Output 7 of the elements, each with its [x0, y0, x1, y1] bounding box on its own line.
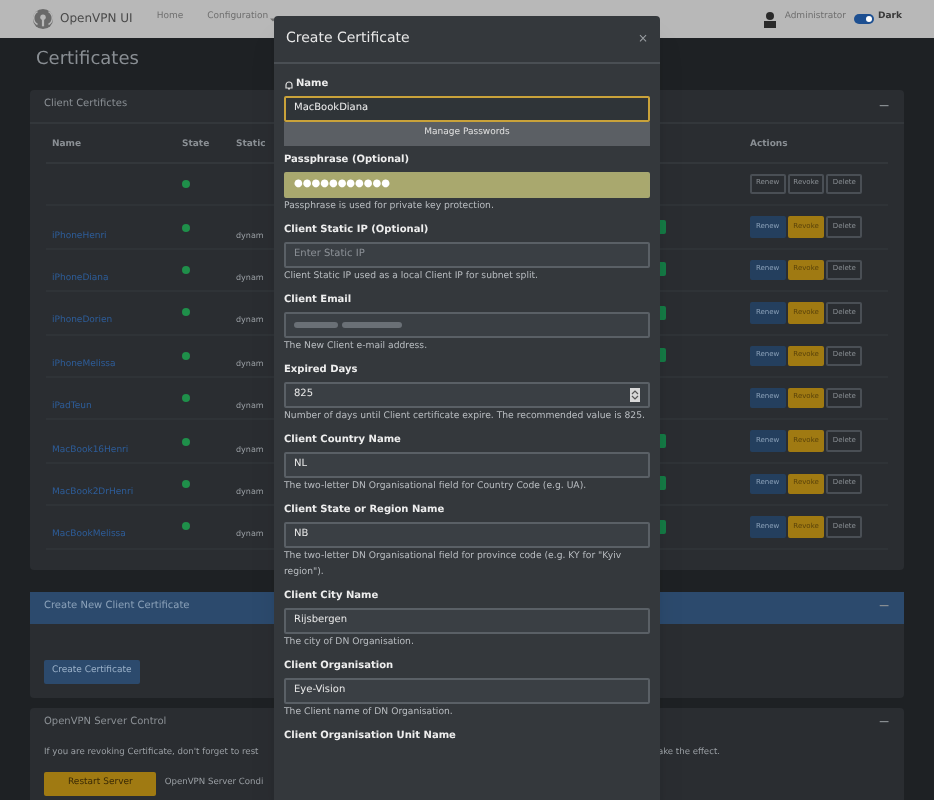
spinner-icon[interactable] [630, 388, 640, 402]
theme-toggle[interactable] [854, 14, 875, 24]
input-field[interactable] [284, 312, 650, 338]
user-icon[interactable] [764, 11, 777, 27]
page-title: Certificates [36, 52, 141, 70]
caret-icon [270, 17, 277, 21]
logo-icon [32, 8, 54, 30]
